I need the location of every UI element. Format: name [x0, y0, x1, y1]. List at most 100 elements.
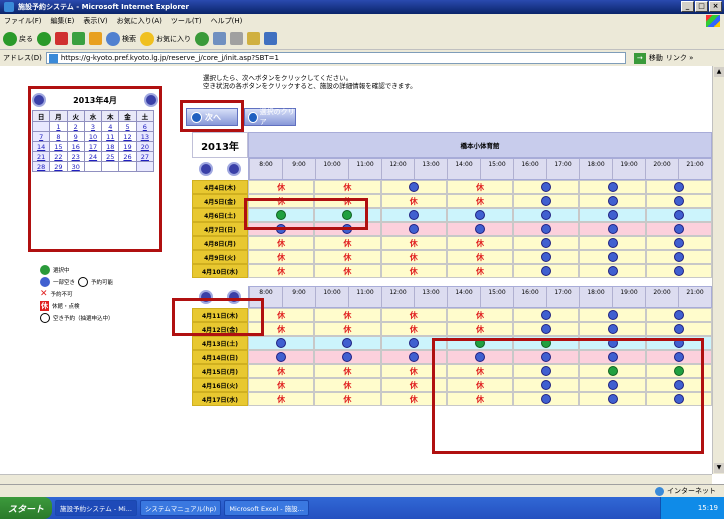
slot-cell[interactable]	[645, 322, 712, 336]
slot-cell[interactable]	[446, 222, 514, 236]
slot-cell[interactable]	[513, 322, 580, 336]
history-button[interactable]	[195, 31, 209, 46]
task-excel[interactable]: Microsoft Excel - 施設...	[224, 500, 309, 516]
menu-help[interactable]: ヘルプ(H)	[211, 16, 243, 26]
slot-cell[interactable]	[513, 250, 580, 264]
slot-cell[interactable]	[579, 194, 646, 208]
task-ie[interactable]: 施設予約システム - Mi...	[55, 500, 137, 516]
available-slot-icon[interactable]	[541, 266, 552, 276]
slot-cell[interactable]	[645, 250, 712, 264]
available-slot-icon[interactable]	[673, 238, 684, 248]
available-slot-icon[interactable]	[673, 196, 684, 206]
start-button[interactable]: スタート	[0, 497, 52, 519]
available-slot-icon[interactable]	[474, 210, 485, 220]
available-slot-icon[interactable]	[541, 182, 552, 192]
available-slot-icon[interactable]	[541, 210, 552, 220]
horizontal-scrollbar[interactable]	[0, 474, 712, 484]
print-button[interactable]	[230, 32, 243, 45]
prev-week-button[interactable]	[199, 162, 213, 176]
slot-cell[interactable]	[513, 264, 580, 278]
task-manual[interactable]: システムマニュアル(hp)	[139, 500, 222, 516]
mail-button[interactable]	[213, 32, 226, 45]
slot-cell[interactable]	[513, 194, 580, 208]
slot-cell[interactable]	[645, 208, 712, 222]
slot-cell[interactable]	[579, 322, 646, 336]
favorites-button[interactable]: お気に入り	[140, 31, 191, 46]
slot-cell[interactable]	[314, 350, 381, 364]
available-slot-icon[interactable]	[607, 210, 618, 220]
available-slot-icon[interactable]	[607, 224, 618, 234]
close-button[interactable]: ×	[709, 1, 722, 12]
available-slot-icon[interactable]	[541, 310, 552, 320]
slot-cell[interactable]	[579, 236, 646, 250]
refresh-button[interactable]	[72, 32, 85, 45]
back-button[interactable]: 戻る	[3, 31, 33, 46]
slot-cell[interactable]	[579, 250, 646, 264]
menu-tools[interactable]: ツール(T)	[171, 16, 202, 26]
available-slot-icon[interactable]	[673, 224, 684, 234]
forward-button[interactable]	[37, 31, 51, 46]
available-slot-icon[interactable]	[607, 266, 618, 276]
available-slot-icon[interactable]	[673, 310, 684, 320]
slot-cell[interactable]	[579, 208, 646, 222]
available-slot-icon[interactable]	[408, 224, 419, 234]
available-slot-icon[interactable]	[541, 324, 552, 334]
slot-cell[interactable]	[579, 308, 646, 322]
available-slot-icon[interactable]	[607, 196, 618, 206]
slot-cell[interactable]	[446, 208, 514, 222]
available-slot-icon[interactable]	[607, 238, 618, 248]
available-slot-icon[interactable]	[276, 338, 287, 348]
available-slot-icon[interactable]	[673, 210, 684, 220]
go-button[interactable]: 移動	[649, 53, 663, 63]
search-button[interactable]: 検索	[106, 31, 136, 46]
menu-edit[interactable]: 編集(E)	[51, 16, 75, 26]
maximize-button[interactable]: □	[695, 1, 708, 12]
available-slot-icon[interactable]	[541, 238, 552, 248]
vertical-scrollbar[interactable]: ▲ ▼	[712, 66, 724, 474]
links-button[interactable]: リンク »	[666, 53, 694, 63]
available-slot-icon[interactable]	[607, 182, 618, 192]
available-slot-icon[interactable]	[673, 324, 684, 334]
menu-view[interactable]: 表示(V)	[83, 16, 107, 26]
url-input[interactable]: https://g-kyoto.pref.kyoto.lg.jp/reserve…	[45, 52, 626, 64]
available-slot-icon[interactable]	[276, 352, 287, 362]
slot-cell[interactable]	[645, 194, 712, 208]
available-slot-icon[interactable]	[673, 252, 684, 262]
slot-cell[interactable]	[645, 308, 712, 322]
available-slot-icon[interactable]	[607, 324, 618, 334]
available-slot-icon[interactable]	[541, 224, 552, 234]
home-button[interactable]	[89, 32, 102, 45]
slot-cell[interactable]	[579, 264, 646, 278]
slot-cell[interactable]	[645, 264, 712, 278]
messenger-button[interactable]	[264, 32, 277, 45]
slot-cell[interactable]	[314, 336, 381, 350]
go-arrow-icon[interactable]: →	[633, 52, 646, 64]
slot-cell[interactable]	[579, 180, 646, 194]
slot-cell[interactable]	[579, 222, 646, 236]
clear-selection-button[interactable]: 選択のクリア	[244, 108, 296, 126]
slot-cell[interactable]	[513, 208, 580, 222]
folder-button[interactable]	[247, 32, 260, 45]
available-slot-icon[interactable]	[673, 182, 684, 192]
available-slot-icon[interactable]	[408, 210, 419, 220]
available-slot-icon[interactable]	[342, 338, 353, 348]
slot-cell[interactable]	[645, 222, 712, 236]
available-slot-icon[interactable]	[342, 352, 353, 362]
slot-cell[interactable]	[248, 336, 315, 350]
available-slot-icon[interactable]	[474, 224, 485, 234]
available-slot-icon[interactable]	[408, 352, 419, 362]
scroll-down-arrow[interactable]: ▼	[714, 463, 724, 473]
stop-button[interactable]	[55, 32, 68, 45]
available-slot-icon[interactable]	[408, 182, 419, 192]
slot-cell[interactable]	[513, 308, 580, 322]
available-slot-icon[interactable]	[673, 266, 684, 276]
available-slot-icon[interactable]	[541, 196, 552, 206]
slot-cell[interactable]	[513, 222, 580, 236]
menu-file[interactable]: ファイル(F)	[4, 16, 42, 26]
slot-cell[interactable]	[645, 236, 712, 250]
slot-cell[interactable]	[645, 180, 712, 194]
scroll-up-arrow[interactable]: ▲	[714, 67, 724, 77]
minimize-button[interactable]: _	[681, 1, 694, 12]
slot-cell[interactable]	[380, 208, 447, 222]
slot-cell[interactable]	[248, 350, 315, 364]
